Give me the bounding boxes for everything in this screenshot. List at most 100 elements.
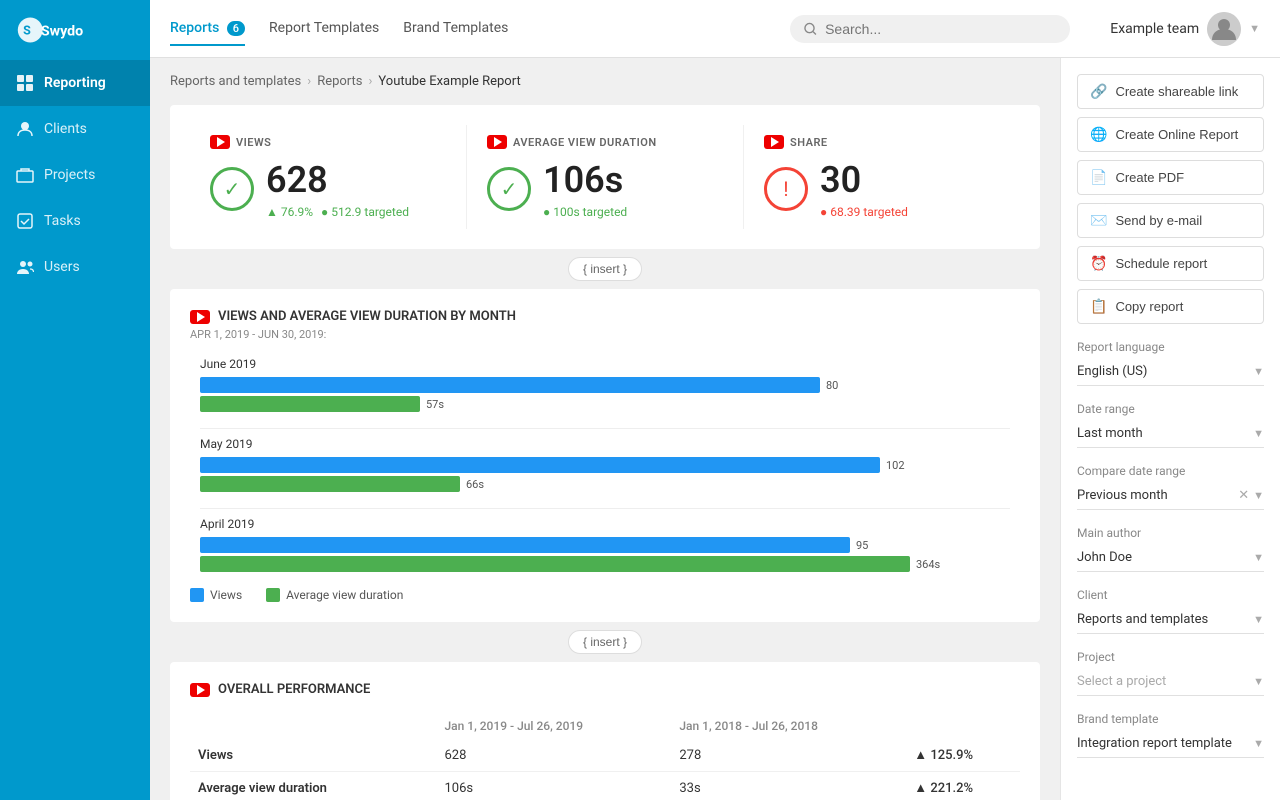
chart-section: VIEWS AND AVERAGE VIEW DURATION BY MONTH…: [170, 289, 1040, 622]
user-name: Example team: [1110, 21, 1199, 37]
date-range-select[interactable]: Last month ▼: [1077, 420, 1264, 448]
project-select[interactable]: Select a project ▼: [1077, 668, 1264, 696]
breadcrumb-item-1[interactable]: Reports and templates: [170, 74, 301, 89]
svg-text:S: S: [23, 23, 31, 38]
table-row: Views 628 278 ▲ 125.9%: [190, 739, 1020, 772]
tab-reports[interactable]: Reports 6: [170, 12, 245, 46]
perf-title: OVERALL PERFORMANCE: [218, 682, 370, 697]
client-value: Reports and templates: [1077, 612, 1208, 627]
search-input[interactable]: [825, 21, 1056, 37]
schedule-report-icon: ⏰: [1090, 255, 1107, 272]
insert-button-1[interactable]: { insert }: [568, 257, 642, 281]
sidebar-item-reporting[interactable]: Reporting: [0, 60, 150, 106]
metric-duration-target: ● 100s targeted: [543, 205, 627, 219]
date-range-section: Date range Last month ▼: [1077, 402, 1264, 448]
report-language-select[interactable]: English (US) ▼: [1077, 358, 1264, 386]
chevron-down-icon: ▼: [1253, 613, 1264, 626]
table-header-row: Jan 1, 2019 - Jul 26, 2019 Jan 1, 2018 -…: [190, 713, 1020, 739]
youtube-icon-perf: [190, 683, 210, 697]
perf-change: ▲ 221.2%: [906, 772, 1020, 800]
sidebar-item-clients[interactable]: Clients: [0, 106, 150, 152]
date-range-value: Last month: [1077, 426, 1143, 441]
copy-report-button[interactable]: 📋Copy report: [1077, 289, 1264, 324]
clients-icon: [16, 120, 34, 138]
user-area[interactable]: Example team ▼: [1110, 12, 1260, 46]
sidebar-item-label: Tasks: [44, 213, 81, 229]
project-label: Project: [1077, 650, 1264, 664]
create-online-report-button[interactable]: 🌐Create Online Report: [1077, 117, 1264, 152]
main-author-select[interactable]: John Doe ▼: [1077, 544, 1264, 572]
bar-april-duration-val: 364s: [916, 558, 940, 571]
top-nav: Reports 6 Report Templates Brand Templat…: [150, 0, 1280, 58]
create-shareable-link-button[interactable]: 🔗Create shareable link: [1077, 74, 1264, 109]
brand-template-section: Brand template Integration report templa…: [1077, 712, 1264, 758]
perf-val2: 278: [671, 739, 906, 772]
perf-metric-name: Average view duration: [190, 772, 436, 800]
reports-badge: 6: [227, 21, 245, 36]
chevron-down-icon: ▼: [1253, 365, 1264, 378]
chart-legend: Views Average view duration: [190, 588, 1020, 602]
create-shareable-link-icon: 🔗: [1090, 83, 1107, 100]
sidebar-item-users[interactable]: Users: [0, 244, 150, 290]
avatar: [1207, 12, 1241, 46]
perf-val1: 628: [436, 739, 671, 772]
search-bar[interactable]: [790, 15, 1070, 43]
bar-label-may: May 2019: [200, 437, 1010, 451]
logo[interactable]: S Swydo: [0, 0, 150, 60]
report-area: Reports and templates › Reports › Youtub…: [150, 58, 1060, 800]
svg-text:Swydo: Swydo: [41, 23, 83, 39]
schedule-report-button[interactable]: ⏰Schedule report: [1077, 246, 1264, 281]
tab-report-templates[interactable]: Report Templates: [269, 12, 379, 46]
compare-x-button[interactable]: ✕: [1238, 488, 1249, 503]
bar-group-april: April 2019 95 364s: [200, 517, 1010, 572]
sidebar-item-projects[interactable]: Projects: [0, 152, 150, 198]
performance-section: OVERALL PERFORMANCE Jan 1, 2019 - Jul 26…: [170, 662, 1040, 800]
sidebar: S Swydo Reporting Clients Projects: [0, 0, 150, 800]
chevron-down-icon: ▼: [1253, 551, 1264, 564]
youtube-icon-views: [210, 135, 230, 149]
main-area: Reports 6 Report Templates Brand Templat…: [150, 0, 1280, 800]
metric-views-value: 628: [266, 159, 409, 201]
chart-area: June 2019 80 57s May 2019: [190, 357, 1020, 572]
chevron-down-icon: ▼: [1253, 427, 1264, 440]
bar-may-duration-val: 66s: [466, 478, 484, 491]
bar-row-may-blue: 102: [200, 457, 1010, 473]
send-email-button[interactable]: ✉️Send by e-mail: [1077, 203, 1264, 238]
metric-share-check: !: [764, 167, 808, 211]
perf-val2: 33s: [671, 772, 906, 800]
metrics-row: VIEWS ✓ 628 ▲ 76.9% ● 512.9 targeted: [190, 125, 1020, 229]
sidebar-item-label: Clients: [44, 121, 87, 137]
metric-duration-check: ✓: [487, 167, 531, 211]
bar-june-duration: [200, 396, 420, 412]
insert-btn-1: { insert }: [170, 257, 1040, 281]
metric-duration-value: 106s: [543, 159, 627, 201]
bar-group-june: June 2019 80 57s: [200, 357, 1010, 412]
breadcrumb-item-2[interactable]: Reports: [317, 74, 362, 89]
metric-views-title: VIEWS: [236, 136, 271, 149]
breadcrumb-sep-1: ›: [307, 74, 311, 89]
right-panel: 🔗Create shareable link 🌐Create Online Rep…: [1060, 58, 1280, 800]
compare-date-range-section: Compare date range Previous month ✕ ▼: [1077, 464, 1264, 510]
tab-brand-templates[interactable]: Brand Templates: [403, 12, 508, 46]
create-online-report-icon: 🌐: [1090, 126, 1107, 143]
table-row: Average view duration 106s 33s ▲ 221.2%: [190, 772, 1020, 800]
sidebar-item-label: Reporting: [44, 75, 106, 91]
create-pdf-button[interactable]: 📄Create PDF: [1077, 160, 1264, 195]
sidebar-item-tasks[interactable]: Tasks: [0, 198, 150, 244]
legend-dot-views: [190, 588, 204, 602]
bar-april-views: [200, 537, 850, 553]
tasks-icon: [16, 212, 34, 230]
metric-views: VIEWS ✓ 628 ▲ 76.9% ● 512.9 targeted: [190, 125, 466, 229]
insert-button-2[interactable]: { insert }: [568, 630, 642, 654]
legend-label-duration: Average view duration: [286, 588, 403, 602]
client-select[interactable]: Reports and templates ▼: [1077, 606, 1264, 634]
client-section: Client Reports and templates ▼: [1077, 588, 1264, 634]
bar-june-views: [200, 377, 820, 393]
reporting-icon: [16, 74, 34, 92]
brand-template-select[interactable]: Integration report template ▼: [1077, 730, 1264, 758]
chart-title: VIEWS AND AVERAGE VIEW DURATION BY MONTH: [218, 309, 516, 324]
col-change: [906, 713, 1020, 739]
perf-val1: 106s: [436, 772, 671, 800]
client-label: Client: [1077, 588, 1264, 602]
bar-row-june-blue: 80: [200, 377, 1010, 393]
